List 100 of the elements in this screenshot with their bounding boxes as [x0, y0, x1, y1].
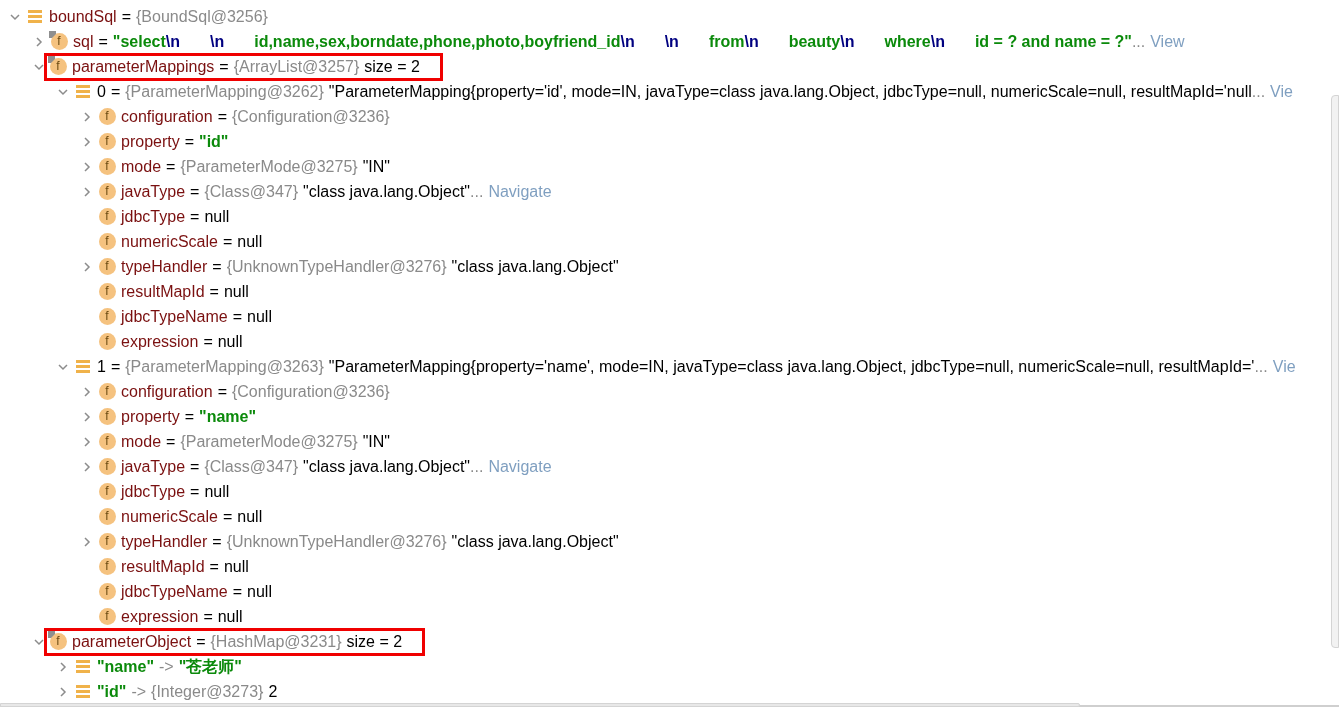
- separator: ->: [158, 658, 174, 675]
- escape-sequence: \n: [930, 33, 945, 50]
- list-icon: [76, 685, 90, 698]
- type-label: {UnknownTypeHandler@3276}: [226, 533, 447, 550]
- value-text: "IN": [362, 158, 390, 175]
- variable-name: javaType: [121, 183, 186, 200]
- variable-name: parameterObject: [72, 633, 192, 650]
- expand-chevron-icon[interactable]: [57, 660, 69, 673]
- field-icon: f: [98, 408, 116, 425]
- value-text: null: [247, 583, 272, 600]
- separator: =: [184, 133, 195, 150]
- variable-name: numericScale: [121, 508, 218, 525]
- value-text: "class java.lang.Object": [303, 183, 471, 200]
- list-icon: [76, 360, 90, 373]
- field-icon: f: [98, 258, 116, 275]
- type-label: {ArrayList@3257}: [233, 58, 360, 75]
- view-link[interactable]: Navigate: [488, 183, 552, 200]
- variable-name: "id": [97, 683, 127, 700]
- separator: =: [190, 483, 200, 500]
- variable-name: jdbcType: [121, 208, 186, 225]
- variable-name: javaType: [121, 458, 186, 475]
- view-link[interactable]: View: [1150, 33, 1185, 50]
- type-label: {Configuration@3236}: [231, 108, 390, 125]
- variable-name: mode: [121, 158, 162, 175]
- ellipsis: ...: [470, 183, 484, 200]
- variable-name: resultMapId: [121, 558, 205, 575]
- value-text: null: [217, 608, 243, 625]
- variable-name: mode: [121, 433, 162, 450]
- value-text: null: [237, 508, 263, 525]
- variable-name: jdbcType: [121, 483, 186, 500]
- escape-sequence: \n: [620, 33, 635, 50]
- value-text: null: [223, 283, 249, 300]
- value-text: "class java.lang.Object": [451, 258, 619, 275]
- type-label: {Configuration@3236}: [231, 383, 390, 400]
- variable-name: configuration: [121, 108, 213, 125]
- escape-sequence: \n: [744, 33, 759, 50]
- separator: =: [217, 383, 227, 400]
- separator: =: [217, 108, 227, 125]
- variable-name: jdbcTypeName: [121, 583, 228, 600]
- list-icon: [76, 85, 90, 98]
- separator: =: [222, 233, 233, 250]
- ellipsis: ...: [1131, 33, 1146, 50]
- expand-chevron-icon[interactable]: [57, 685, 69, 698]
- expand-chevron-icon[interactable]: [81, 385, 93, 398]
- variable-name: "name": [97, 658, 154, 675]
- type-label: {Class@347}: [204, 183, 299, 200]
- expand-chevron-icon[interactable]: [81, 160, 93, 173]
- separator: =: [190, 458, 200, 475]
- expand-chevron-icon[interactable]: [81, 535, 93, 548]
- separator: =: [212, 258, 222, 275]
- separator: =: [184, 408, 195, 425]
- view-link[interactable]: Vie: [1272, 358, 1296, 375]
- escape-sequence: \n: [664, 33, 679, 50]
- value-text: "ParameterMapping{property='name', mode=IN, javaType=class java.lang.Object, jdbcType=null, numericScale=null, resultMapId=': [328, 358, 1255, 375]
- expand-chevron-icon[interactable]: [81, 185, 93, 198]
- expand-chevron-icon[interactable]: [81, 410, 93, 423]
- field-icon: f: [98, 608, 116, 625]
- string-value: beauty: [788, 33, 841, 50]
- expand-chevron-icon[interactable]: [81, 135, 93, 148]
- separator: =: [166, 433, 176, 450]
- variable-name: resultMapId: [121, 283, 205, 300]
- variable-name: expression: [121, 333, 199, 350]
- expand-chevron-icon[interactable]: [81, 435, 93, 448]
- string-value: id = ? and name = ?": [974, 33, 1132, 50]
- field-icon: f: [98, 483, 116, 500]
- field-icon: f: [98, 508, 116, 525]
- value-text: null: [217, 333, 243, 350]
- vertical-scrollbar[interactable]: [1331, 95, 1339, 648]
- value-text: "ParameterMapping{property='id', mode=IN, javaType=class java.lang.Object, jdbcType=null, numericScale=null, resultMapId='null: [328, 83, 1252, 100]
- field-icon: f: [98, 283, 116, 300]
- value-text: null: [237, 233, 263, 250]
- value-text: "class java.lang.Object": [451, 533, 619, 550]
- expand-chevron-icon[interactable]: [33, 35, 45, 48]
- variable-name: numericScale: [121, 233, 218, 250]
- separator: =: [166, 158, 176, 175]
- value-text: size = 2: [346, 633, 403, 650]
- expand-chevron-icon[interactable]: [81, 260, 93, 273]
- expand-chevron-icon[interactable]: [81, 460, 93, 473]
- type-label: {ParameterMode@3275}: [180, 158, 358, 175]
- string-value: "id": [199, 133, 229, 150]
- separator: =: [203, 608, 213, 625]
- field-icon: f: [98, 208, 116, 225]
- separator: =: [232, 583, 243, 600]
- variable-name: parameterMappings: [72, 58, 215, 75]
- string-value: id,name,sex,borndate,phone,photo,boyfriend_id: [254, 33, 621, 50]
- expand-chevron-icon[interactable]: [81, 110, 93, 123]
- type-label: {BoundSql@3256}: [135, 8, 268, 25]
- separator: =: [190, 183, 200, 200]
- separator: =: [222, 508, 233, 525]
- value-text: "IN": [362, 433, 390, 450]
- horizontal-scrollbar[interactable]: [0, 703, 1080, 707]
- field-icon: f: [98, 558, 116, 575]
- type-label: {HashMap@3231}: [210, 633, 342, 650]
- value-text: size = 2: [364, 58, 420, 75]
- separator: =: [203, 333, 213, 350]
- view-link[interactable]: Vie: [1270, 83, 1293, 100]
- escape-sequence: \n: [209, 33, 225, 50]
- view-link[interactable]: Navigate: [488, 458, 552, 475]
- ellipsis: ...: [1254, 358, 1268, 375]
- value-text: "class java.lang.Object": [303, 458, 471, 475]
